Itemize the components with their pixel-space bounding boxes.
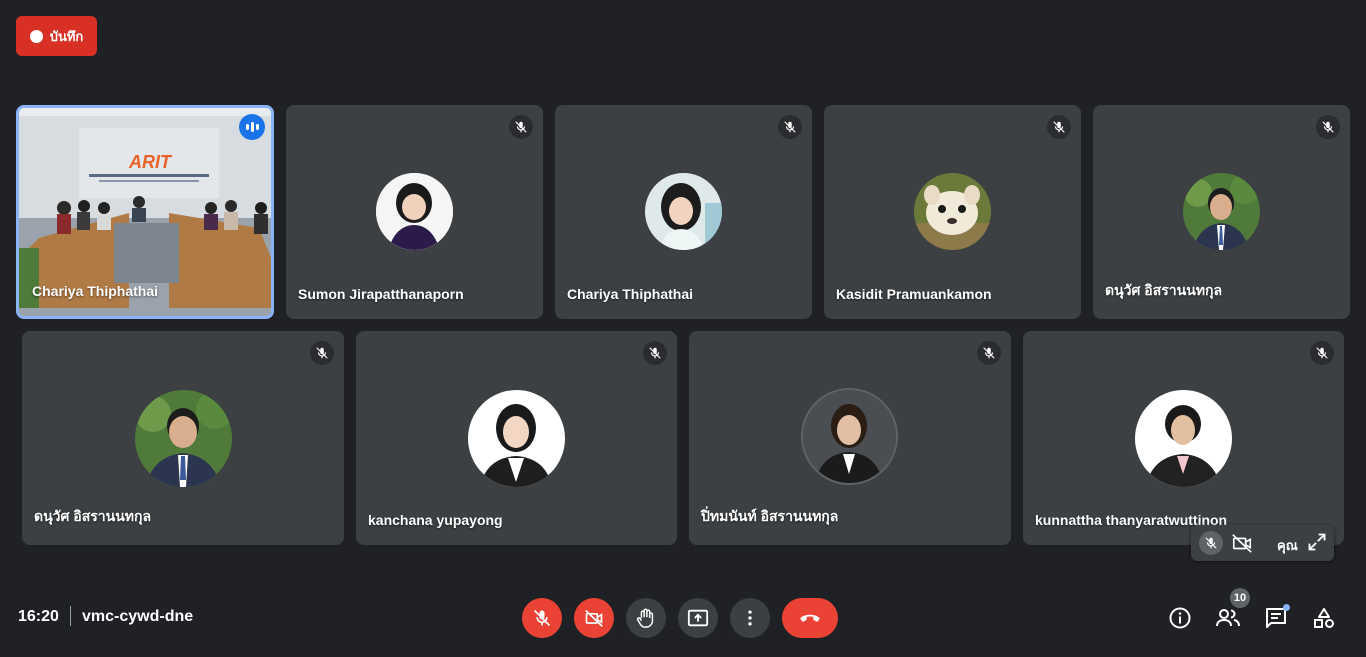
self-label: คุณ xyxy=(1277,538,1298,553)
hang-up-icon xyxy=(800,614,820,622)
more-icon xyxy=(748,610,752,626)
mic-off-icon xyxy=(1047,115,1071,139)
people-icon xyxy=(1216,609,1240,627)
people-button[interactable]: 10 xyxy=(1212,588,1250,634)
mic-off-icon xyxy=(1310,341,1334,365)
speaking-indicator-icon xyxy=(239,114,265,140)
participant-name: ดนุวัศ อิสรานนทกุล xyxy=(34,508,152,524)
info-icon xyxy=(1169,607,1191,629)
avatar xyxy=(1135,390,1232,487)
participant-name: ปิ่ทมนันท์ อิสรานนทกุล xyxy=(701,508,839,524)
participant-tile[interactable]: kunnattha thanyaratwuttinon xyxy=(1023,331,1344,545)
bottom-bar: 16:20 vmc-cywd-dne 10 xyxy=(0,578,1366,657)
record-dot-icon xyxy=(29,29,43,43)
mic-off-icon xyxy=(509,115,533,139)
participant-tile[interactable]: ARIT Chariya Thiphathai xyxy=(16,105,274,319)
mic-off-icon xyxy=(643,341,667,365)
mic-off-icon xyxy=(533,609,551,627)
participant-tile[interactable]: Sumon Jirapatthanaporn xyxy=(286,105,543,319)
mic-off-icon xyxy=(977,341,1001,365)
participant-tile[interactable]: ดนุวัศ อิสรานนทกุล xyxy=(22,331,344,545)
meeting-code: vmc-cywd-dne xyxy=(82,608,194,625)
meeting-details-button[interactable] xyxy=(1164,602,1196,634)
participant-tile[interactable]: Chariya Thiphathai xyxy=(555,105,812,319)
participant-name: kanchana yupayong xyxy=(368,512,503,528)
avatar xyxy=(1183,173,1260,250)
record-label: บันทึก xyxy=(49,28,84,44)
participant-tile[interactable]: ดนุวัศ อิสรานนทกุล xyxy=(1093,105,1350,319)
leave-call-button[interactable] xyxy=(782,598,838,638)
mic-toggle-button[interactable] xyxy=(522,598,562,638)
participant-tile[interactable]: ปิ่ทมนันท์ อิสรานนทกุล xyxy=(689,331,1011,545)
participant-count-badge: 10 xyxy=(1230,588,1250,608)
participant-name: Sumon Jirapatthanaporn xyxy=(298,286,464,302)
expand-icon[interactable] xyxy=(1307,532,1327,557)
chat-button[interactable] xyxy=(1260,602,1292,634)
avatar xyxy=(135,390,232,487)
camera-off-icon xyxy=(585,609,603,627)
participant-name: Kasidit Pramuankamon xyxy=(836,286,992,302)
mic-off-icon xyxy=(310,341,334,365)
mic-off-icon xyxy=(778,115,802,139)
avatar xyxy=(801,388,898,485)
activities-button[interactable] xyxy=(1308,602,1340,634)
camera-toggle-button[interactable] xyxy=(574,598,614,638)
avatar xyxy=(645,173,722,250)
self-view-pip[interactable]: คุณ xyxy=(1191,525,1334,561)
mic-off-icon xyxy=(1316,115,1340,139)
self-camera-off-icon[interactable] xyxy=(1231,532,1253,559)
raise-hand-button[interactable] xyxy=(626,598,666,638)
more-options-button[interactable] xyxy=(730,598,770,638)
present-button[interactable] xyxy=(678,598,718,638)
participant-name: Chariya Thiphathai xyxy=(32,283,159,299)
participant-tile[interactable]: kanchana yupayong xyxy=(356,331,677,545)
avatar xyxy=(468,390,565,487)
divider xyxy=(70,606,71,626)
participant-tile[interactable]: Kasidit Pramuankamon xyxy=(824,105,1081,319)
participant-name: ดนุวัศ อิสรานนทกุล xyxy=(1105,282,1223,298)
record-button[interactable]: บันทึก xyxy=(16,16,97,56)
meeting-time: 16:20 xyxy=(18,608,59,625)
self-mic-off-icon[interactable] xyxy=(1199,531,1223,555)
present-icon xyxy=(687,609,709,627)
activities-icon xyxy=(1314,608,1334,628)
raise-hand-icon xyxy=(636,608,654,628)
avatar xyxy=(914,173,991,250)
room-sign-logo: ARIT xyxy=(128,152,173,172)
new-message-dot-icon xyxy=(1283,604,1290,611)
avatar xyxy=(376,173,453,250)
participant-name: Chariya Thiphathai xyxy=(567,286,694,302)
